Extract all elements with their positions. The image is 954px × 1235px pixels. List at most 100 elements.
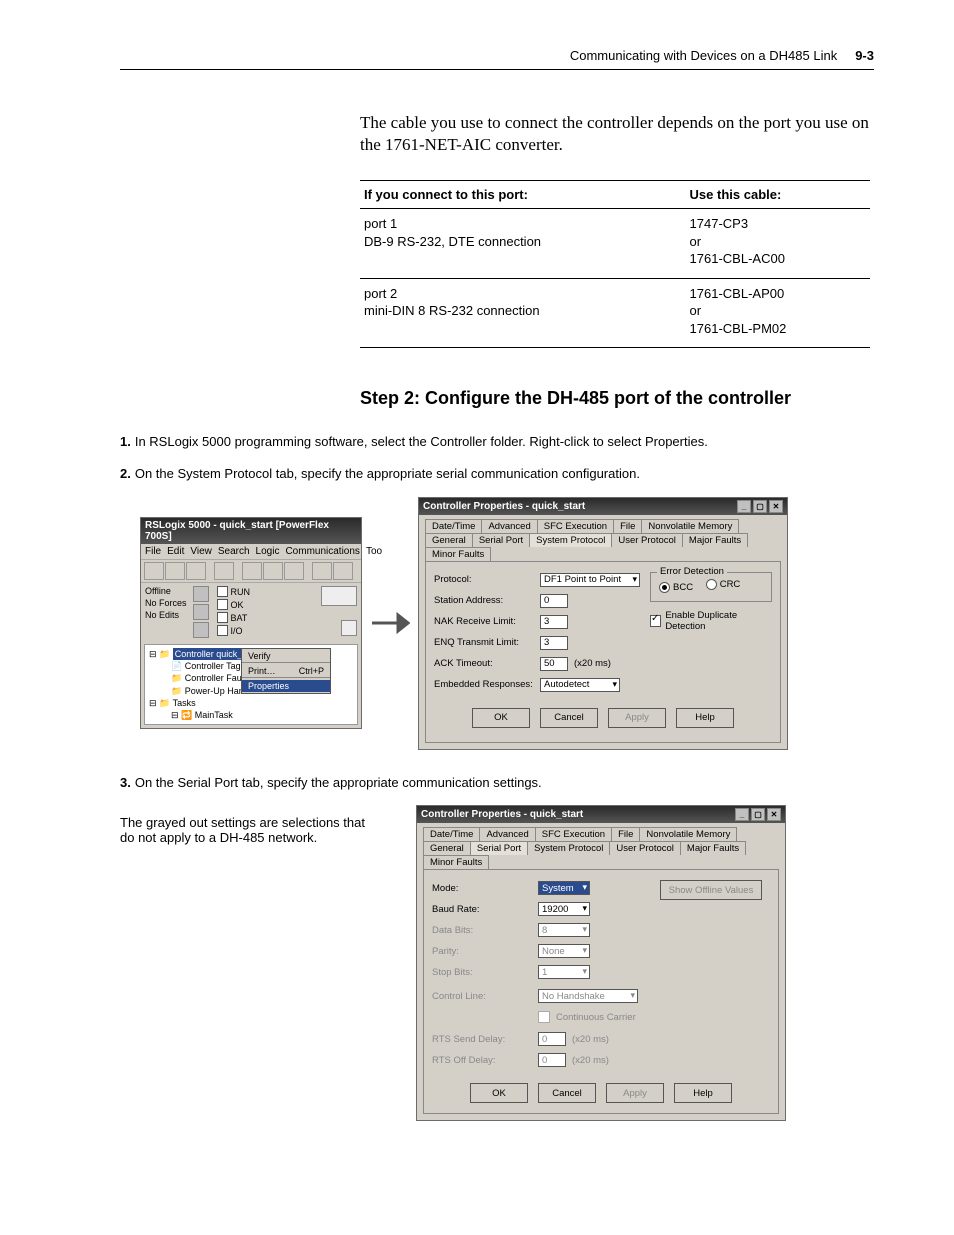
- page-number: 9-3: [855, 48, 874, 63]
- ack-input[interactable]: 50: [540, 657, 568, 671]
- stop-select[interactable]: 1: [538, 965, 590, 979]
- show-offline-button[interactable]: Show Offline Values: [660, 880, 762, 900]
- radio-bcc[interactable]: [659, 582, 670, 593]
- maximize-icon[interactable]: ▢: [751, 808, 765, 821]
- station-input[interactable]: 0: [540, 594, 568, 608]
- cancel-button[interactable]: Cancel: [540, 708, 598, 728]
- tab-file[interactable]: File: [611, 827, 640, 841]
- tb-icon[interactable]: [214, 562, 234, 580]
- tb-icon[interactable]: [144, 562, 164, 580]
- status-offline: Offline: [145, 586, 187, 596]
- close-icon[interactable]: ✕: [769, 500, 783, 513]
- tree-main[interactable]: MainTask: [195, 710, 233, 720]
- step-1: 1.In RSLogix 5000 programming software, …: [120, 433, 874, 451]
- tab-majorfaults[interactable]: Major Faults: [680, 841, 746, 855]
- tab-majorfaults[interactable]: Major Faults: [682, 533, 748, 547]
- roff-input[interactable]: 0: [538, 1053, 566, 1067]
- tab-advanced[interactable]: Advanced: [481, 519, 537, 533]
- minimize-icon[interactable]: _: [737, 500, 751, 513]
- tab-general[interactable]: General: [425, 533, 473, 547]
- status-icon[interactable]: [193, 622, 209, 638]
- help-button[interactable]: Help: [674, 1083, 732, 1103]
- tab-serialport[interactable]: Serial Port: [472, 533, 530, 547]
- lbl-parity: Parity:: [432, 946, 532, 957]
- chk-bat[interactable]: [217, 612, 228, 623]
- step-heading: Step 2: Configure the DH-485 port of the…: [360, 388, 874, 409]
- tab-sysproto[interactable]: System Protocol: [529, 533, 612, 547]
- tb-icon[interactable]: [165, 562, 185, 580]
- tab-sfc[interactable]: SFC Execution: [537, 519, 614, 533]
- chk-run[interactable]: [217, 586, 228, 597]
- tab-serialport[interactable]: Serial Port: [470, 841, 528, 855]
- rslogix-menu[interactable]: File Edit View Search Logic Communicatio…: [141, 544, 361, 560]
- tab-nvm[interactable]: Nonvolatile Memory: [639, 827, 737, 841]
- chk-io[interactable]: [217, 625, 228, 636]
- chk-cont[interactable]: [538, 1011, 550, 1023]
- ok-button[interactable]: OK: [470, 1083, 528, 1103]
- minimize-icon[interactable]: _: [735, 808, 749, 821]
- chk-dup[interactable]: [650, 615, 661, 627]
- rsend-input[interactable]: 0: [538, 1032, 566, 1046]
- radio-crc[interactable]: [706, 579, 717, 590]
- tab-general[interactable]: General: [423, 841, 471, 855]
- tab-file[interactable]: File: [613, 519, 642, 533]
- tb-icon[interactable]: [333, 562, 353, 580]
- page-header: Communicating with Devices on a DH485 Li…: [120, 48, 874, 70]
- tree-tasks[interactable]: Tasks: [173, 698, 196, 708]
- parity-select[interactable]: None: [538, 944, 590, 958]
- tab-sysproto[interactable]: System Protocol: [527, 841, 610, 855]
- ctx-verify[interactable]: Verify: [242, 650, 330, 662]
- ctx-properties[interactable]: Properties: [242, 680, 330, 692]
- tab-minorfaults[interactable]: Minor Faults: [423, 855, 489, 869]
- tab-userproto[interactable]: User Protocol: [611, 533, 683, 547]
- apply-button[interactable]: Apply: [608, 708, 666, 728]
- tb-icon[interactable]: [312, 562, 332, 580]
- apply-button[interactable]: Apply: [606, 1083, 664, 1103]
- emb-select[interactable]: Autodetect: [540, 678, 620, 692]
- lbl-station: Station Address:: [434, 595, 534, 606]
- menu-file[interactable]: File: [145, 546, 161, 557]
- table-header-port: If you connect to this port:: [360, 181, 686, 209]
- status-icon[interactable]: [193, 586, 209, 602]
- nak-input[interactable]: 3: [540, 615, 568, 629]
- status-noforces: No Forces: [145, 598, 187, 608]
- baud-select[interactable]: 19200: [538, 902, 590, 916]
- tab-minorfaults[interactable]: Minor Faults: [425, 547, 491, 561]
- tab-datetime[interactable]: Date/Time: [425, 519, 482, 533]
- status-icon[interactable]: [193, 604, 209, 620]
- tb-icon[interactable]: [242, 562, 262, 580]
- ok-button[interactable]: OK: [472, 708, 530, 728]
- lbl-mode: Mode:: [432, 883, 532, 894]
- lbl-nak: NAK Receive Limit:: [434, 616, 534, 627]
- tab-sfc[interactable]: SFC Execution: [535, 827, 612, 841]
- menu-search[interactable]: Search: [218, 546, 250, 557]
- controller-properties-sysproto: Controller Properties - quick_start _ ▢ …: [418, 497, 788, 750]
- tab-datetime[interactable]: Date/Time: [423, 827, 480, 841]
- tree-tags[interactable]: Controller Tags: [185, 661, 245, 671]
- data-select[interactable]: 8: [538, 923, 590, 937]
- menu-view[interactable]: View: [190, 546, 212, 557]
- tab-userproto[interactable]: User Protocol: [609, 841, 681, 855]
- dlg-title: Controller Properties - quick_start: [423, 501, 585, 512]
- menu-comm[interactable]: Communications: [285, 546, 359, 557]
- tab-advanced[interactable]: Advanced: [479, 827, 535, 841]
- context-menu[interactable]: Verify Print…Ctrl+P Properties: [241, 648, 331, 694]
- cancel-button[interactable]: Cancel: [538, 1083, 596, 1103]
- help-button[interactable]: Help: [676, 708, 734, 728]
- maximize-icon[interactable]: ▢: [753, 500, 767, 513]
- tb-icon[interactable]: [263, 562, 283, 580]
- rslogix-toolbar[interactable]: [141, 560, 361, 583]
- close-icon[interactable]: ✕: [767, 808, 781, 821]
- mode-select[interactable]: System: [538, 881, 590, 895]
- tb-icon[interactable]: [284, 562, 304, 580]
- ctrl-select[interactable]: No Handshake: [538, 989, 638, 1003]
- menu-too[interactable]: Too: [366, 546, 382, 557]
- protocol-select[interactable]: DF1 Point to Point: [540, 573, 640, 587]
- chk-ok[interactable]: [217, 599, 228, 610]
- menu-logic[interactable]: Logic: [256, 546, 280, 557]
- tb-icon[interactable]: [186, 562, 206, 580]
- ctx-print[interactable]: Print…Ctrl+P: [242, 665, 330, 677]
- menu-edit[interactable]: Edit: [167, 546, 184, 557]
- enq-input[interactable]: 3: [540, 636, 568, 650]
- tab-nvm[interactable]: Nonvolatile Memory: [641, 519, 739, 533]
